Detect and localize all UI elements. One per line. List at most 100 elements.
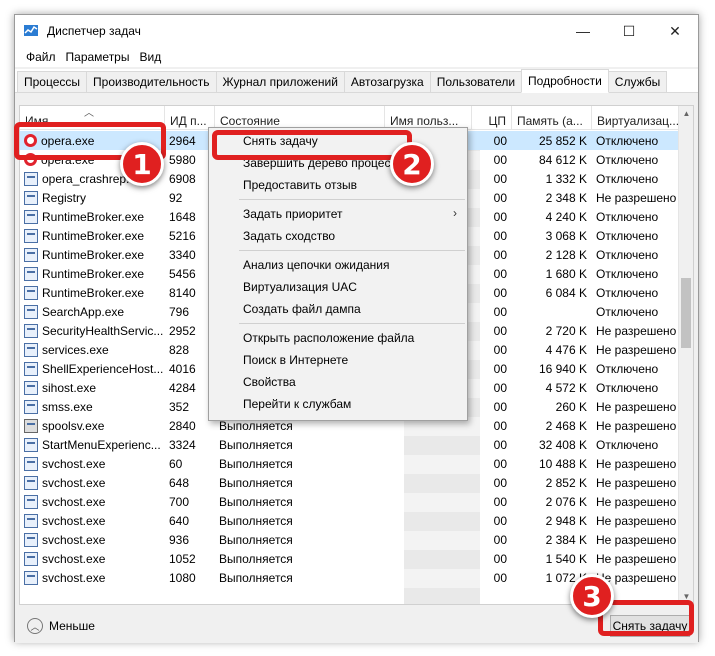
- context-menu-item[interactable]: Поиск в Интернете: [209, 349, 467, 371]
- process-memory: 2 128 K: [545, 247, 587, 262]
- context-menu-item[interactable]: Задать сходство: [209, 225, 467, 247]
- app-icon: [24, 171, 38, 186]
- app-icon: [24, 361, 38, 376]
- context-menu-item[interactable]: Анализ цепочки ожидания: [209, 254, 467, 276]
- process-memory: 2 076 K: [545, 494, 587, 509]
- app-icon: [24, 494, 38, 509]
- table-row[interactable]: svchost.exe 648 Выполняется 00 2 852 K Не раз…: [20, 473, 680, 492]
- app-icon: [24, 475, 38, 490]
- window-title: Диспетчер задач: [47, 24, 141, 38]
- process-cpu: 00: [493, 399, 507, 414]
- vertical-scrollbar[interactable]: ▲ ▼: [678, 106, 693, 604]
- process-name: svchost.exe: [20, 473, 165, 492]
- tab-users[interactable]: Пользователи: [429, 71, 523, 92]
- app-icon: [24, 456, 38, 471]
- context-menu-item[interactable]: Виртуализация UAC: [209, 276, 467, 298]
- process-pid: 640: [169, 513, 190, 528]
- table-row[interactable]: svchost.exe 700 Выполняется 00 2 076 K Не раз…: [20, 492, 680, 511]
- tab-processes[interactable]: Процессы: [17, 71, 88, 92]
- tab-performance[interactable]: Производительность: [86, 71, 217, 92]
- highlight-box-end-task-menu: [212, 130, 412, 160]
- table-row[interactable]: svchost.exe 60 Выполняется 00 10 488 K Не раз…: [20, 454, 680, 473]
- tab-details[interactable]: Подробности: [521, 69, 609, 93]
- process-memory: 1 680 K: [545, 266, 587, 281]
- scroll-thumb[interactable]: [681, 278, 691, 348]
- tab-bar: Процессы Производительность Журнал прило…: [15, 69, 698, 93]
- process-memory: 16 940 K: [538, 361, 587, 376]
- process-pid: 60: [169, 456, 183, 471]
- context-menu-item[interactable]: Создать файл дампа: [209, 298, 467, 320]
- context-menu-item[interactable]: Задать приоритет ›: [209, 203, 467, 225]
- process-virtualization: Не разрешено: [596, 418, 677, 433]
- process-virtualization: Отключено: [596, 380, 659, 395]
- table-row[interactable]: svchost.exe 936 Выполняется 00 2 384 K Не раз…: [20, 530, 680, 549]
- process-user: [385, 435, 472, 454]
- process-virtualization: Не разрешено: [596, 323, 677, 338]
- tab-services[interactable]: Службы: [607, 71, 668, 92]
- process-state: Выполняется: [219, 551, 293, 566]
- menu-file[interactable]: Файл: [21, 50, 61, 64]
- menu-options[interactable]: Параметры: [61, 50, 135, 64]
- highlight-box-end-task-button: [598, 600, 694, 636]
- title-bar[interactable]: Диспетчер задач — ☐ ✕: [15, 15, 698, 47]
- process-user: [385, 530, 472, 549]
- process-state: Выполняется: [219, 456, 293, 471]
- process-cpu: 00: [493, 228, 507, 243]
- process-pid: 936: [169, 532, 190, 547]
- context-menu-item[interactable]: Перейти к службам: [209, 393, 467, 415]
- process-memory: 4 240 K: [545, 209, 587, 224]
- process-cpu: 00: [493, 247, 507, 262]
- step-badge-2: 2: [390, 142, 434, 186]
- table-row[interactable]: svchost.exe 640 Выполняется 00 2 948 K Не раз…: [20, 511, 680, 530]
- process-pid: 648: [169, 475, 190, 490]
- column-header-cpu[interactable]: ЦП: [472, 106, 512, 130]
- process-virtualization: Отключено: [596, 228, 659, 243]
- process-name: RuntimeBroker.exe: [20, 226, 165, 245]
- process-name: Registry: [20, 188, 165, 207]
- menu-view[interactable]: Вид: [134, 50, 166, 64]
- context-menu-item[interactable]: Свойства: [209, 371, 467, 393]
- scroll-up-icon[interactable]: ▲: [679, 106, 693, 121]
- process-memory: 260 K: [555, 399, 587, 414]
- table-row[interactable]: svchost.exe 1052 Выполняется 00 1 540 K Не ра…: [20, 549, 680, 568]
- close-button[interactable]: ✕: [652, 15, 698, 47]
- process-cpu: 00: [493, 437, 507, 452]
- app-icon: [24, 247, 38, 262]
- less-details-link[interactable]: Меньше: [49, 619, 95, 633]
- process-virtualization: Отключено: [596, 437, 659, 452]
- process-user: [385, 568, 472, 587]
- column-header-memory[interactable]: Память (а...: [512, 106, 592, 130]
- app-icon: [24, 399, 38, 414]
- context-menu-item[interactable]: Открыть расположение файла: [209, 327, 467, 349]
- printer-icon: [24, 418, 38, 433]
- process-virtualization: Не разрешено: [596, 475, 677, 490]
- app-icon: [24, 304, 38, 319]
- menu-bar: Файл Параметры Вид: [15, 47, 698, 67]
- menu-separator: [239, 250, 465, 251]
- app-icon: [24, 380, 38, 395]
- process-memory: [512, 302, 592, 321]
- column-header-virtualization[interactable]: Виртуализац...: [592, 106, 680, 130]
- minimize-button[interactable]: —: [560, 15, 606, 47]
- app-icon: [24, 513, 38, 528]
- maximize-button[interactable]: ☐: [606, 15, 652, 47]
- chevron-up-icon[interactable]: ︿: [27, 618, 43, 634]
- process-user: [385, 454, 472, 473]
- process-memory: 84 612 K: [538, 152, 587, 167]
- process-virtualization: Не разрешено: [596, 494, 677, 509]
- process-name: ShellExperienceHost...: [20, 359, 165, 378]
- process-name: svchost.exe: [20, 568, 165, 587]
- tab-app-history[interactable]: Журнал приложений: [215, 71, 345, 92]
- process-name: RuntimeBroker.exe: [20, 264, 165, 283]
- tab-startup[interactable]: Автозагрузка: [343, 71, 431, 92]
- process-cpu: 00: [493, 171, 507, 186]
- process-virtualization: Не разрешено: [596, 342, 677, 357]
- process-memory: 10 488 K: [538, 456, 587, 471]
- table-row[interactable]: StartMenuExperienc... 3324 Выполняется 00 32…: [20, 435, 680, 454]
- process-cpu: 00: [493, 190, 507, 205]
- process-memory: 4 476 K: [545, 342, 587, 357]
- process-virtualization: Не разрешено: [596, 551, 677, 566]
- process-virtualization: Отключено: [596, 247, 659, 262]
- menu-separator: [239, 323, 465, 324]
- process-state: Выполняется: [219, 494, 293, 509]
